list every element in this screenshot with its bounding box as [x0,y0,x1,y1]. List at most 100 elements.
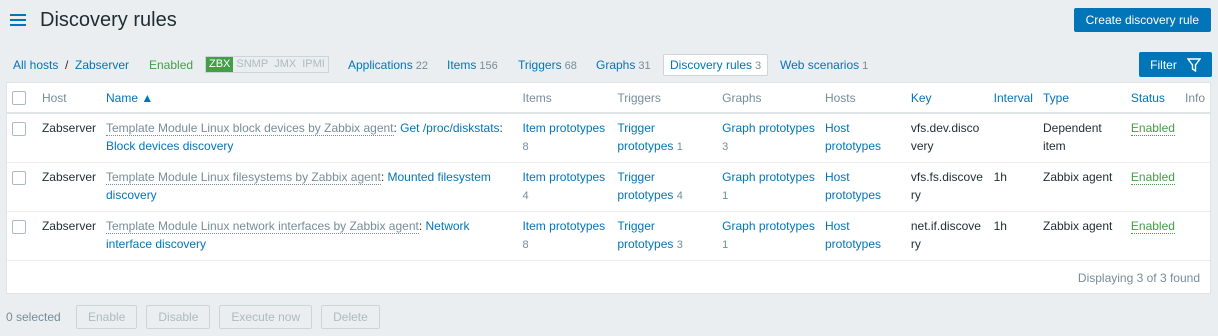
graphs-cell: Graph prototypes 1 [717,162,820,212]
graph-prototypes-count: 1 [722,238,729,251]
tab-label: Web scenarios [780,58,860,72]
tab-label: Triggers [518,58,562,72]
breadcrumb-separator: / [65,58,69,72]
table-row: Zabserver Template Module Linux block de… [7,113,1210,163]
parent-item-link[interactable]: Get /proc/diskstats [400,121,499,135]
status-toggle[interactable]: Enabled [1130,169,1175,185]
type-cell: Dependent item [1037,113,1126,163]
select-all-header [7,83,37,114]
interval-cell: 1h [988,211,1038,261]
column-key[interactable]: Key [905,83,989,114]
item-prototypes-count: 4 [522,189,529,202]
host-status: Enabled [149,58,194,72]
select-all-checkbox[interactable] [12,90,26,105]
type-cell: Zabbix agent [1037,211,1126,261]
create-discovery-rule-button[interactable]: Create discovery rule [1073,8,1211,32]
row-checkbox[interactable] [12,219,26,234]
tab-count: 1 [862,60,869,72]
tab-label: Applications [348,58,413,72]
item-prototypes-count: 8 [522,141,529,153]
filter-label: Filter [1150,57,1177,72]
enable-button[interactable]: Enable [76,305,138,329]
row-checkbox[interactable] [12,170,26,185]
menu-icon[interactable] [10,14,26,26]
host-prototypes-link[interactable]: Host prototypes [825,170,881,202]
info-cell [1179,113,1210,163]
hosts-cell: Host prototypes [819,211,906,261]
graph-prototypes-link[interactable]: Graph prototypes [722,121,815,135]
rule-name-link[interactable]: Block devices discovery [106,139,233,153]
column-type[interactable]: Type [1037,83,1126,114]
breadcrumb-host[interactable]: Zabserver [75,58,129,72]
discovery-rules-table-panel: Host Name ▲ Items Triggers Graphs Hosts … [6,82,1211,294]
template-link[interactable]: Template Module Linux network interfaces… [106,218,419,234]
item-prototypes-count: 8 [522,238,529,251]
results-count: Displaying 3 of 3 found [1077,271,1200,285]
tab-discovery-rules[interactable]: Discovery rules 3 [663,54,769,76]
host-cell: Zabserver [36,113,101,163]
triggers-cell: Trigger prototypes 4 [612,162,718,212]
trigger-prototypes-link[interactable]: Trigger prototypes [617,170,673,202]
trigger-prototypes-link[interactable]: Trigger prototypes [617,121,673,153]
tab-count: 68 [564,60,577,72]
hosts-cell: Host prototypes [819,113,906,163]
name-cell: Template Module Linux block devices by Z… [101,113,518,163]
jmx-badge: JMX [274,58,297,70]
type-cell: Zabbix agent [1037,162,1126,212]
discovery-rules-table: Host Name ▲ Items Triggers Graphs Hosts … [7,83,1210,261]
tab-label: Items [447,58,477,72]
column-triggers: Triggers [612,83,718,114]
ipmi-badge: IPMI [302,58,325,70]
tab-items[interactable]: Items 156 [447,58,498,73]
tab-label: Graphs [596,58,636,72]
page-title: Discovery rules [40,9,177,31]
status-cell: Enabled [1125,162,1180,212]
key-cell: net.if.discovery [905,211,989,261]
name-cell: Template Module Linux network interfaces… [101,211,518,261]
tab-count: 31 [638,60,651,72]
column-interval[interactable]: Interval [988,83,1038,114]
trigger-prototypes-count: 3 [676,238,683,251]
execute-now-button[interactable]: Execute now [219,305,313,329]
item-prototypes-link[interactable]: Item prototypes [522,121,605,135]
status-toggle[interactable]: Enabled [1130,218,1175,234]
filter-button[interactable]: Filter [1139,52,1212,77]
trigger-prototypes-count: 4 [676,189,683,202]
tab-web-scenarios[interactable]: Web scenarios 1 [780,58,868,73]
column-hosts: Hosts [819,83,906,114]
graph-prototypes-count: 1 [722,189,729,202]
trigger-prototypes-link[interactable]: Trigger prototypes [617,219,673,251]
status-toggle[interactable]: Enabled [1130,121,1175,136]
info-cell [1179,211,1210,261]
template-link[interactable]: Template Module Linux block devices by Z… [106,121,394,136]
info-cell [1179,162,1210,212]
key-cell: vfs.fs.discovery [905,162,989,212]
delete-button[interactable]: Delete [321,305,380,329]
disable-button[interactable]: Disable [146,305,211,329]
item-prototypes-link[interactable]: Item prototypes [522,170,605,184]
status-cell: Enabled [1125,211,1180,261]
item-prototypes-link[interactable]: Item prototypes [522,219,605,233]
graph-prototypes-link[interactable]: Graph prototypes [722,170,815,184]
tab-applications[interactable]: Applications 22 [348,58,428,73]
template-link[interactable]: Template Module Linux filesystems by Zab… [106,169,381,185]
row-checkbox[interactable] [12,122,26,136]
graph-prototypes-count: 3 [722,141,729,153]
host-prototypes-link[interactable]: Host prototypes [825,121,881,153]
host-prototypes-link[interactable]: Host prototypes [825,219,881,251]
items-cell: Item prototypes 8 [517,211,613,261]
column-status[interactable]: Status [1125,83,1180,114]
name-cell: Template Module Linux filesystems by Zab… [101,162,518,212]
breadcrumb-all-hosts[interactable]: All hosts [13,58,58,72]
triggers-cell: Trigger prototypes 1 [612,113,718,163]
tab-triggers[interactable]: Triggers 68 [518,58,577,73]
filter-icon [1186,57,1201,72]
hosts-cell: Host prototypes [819,162,906,212]
tab-graphs[interactable]: Graphs 31 [596,58,651,73]
graph-prototypes-link[interactable]: Graph prototypes [722,219,815,233]
trigger-prototypes-count: 1 [676,141,683,153]
column-name[interactable]: Name ▲ [101,83,518,114]
interval-cell: 1h [988,162,1038,212]
host-navigation: All hosts / Zabserver Enabled ZBX SNMP J… [0,52,1218,80]
table-row: Zabserver Template Module Linux network … [7,211,1210,261]
